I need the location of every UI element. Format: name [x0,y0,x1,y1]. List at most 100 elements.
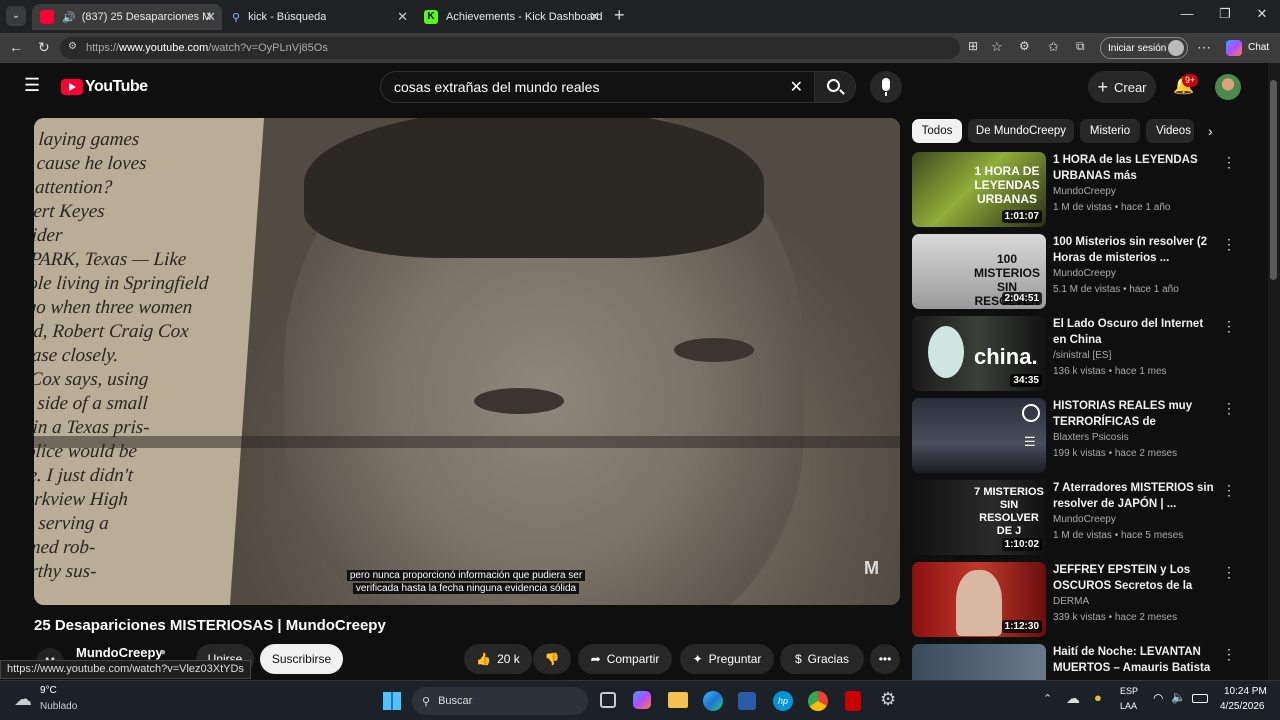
language-code[interactable]: ESP [1120,686,1138,696]
search-button[interactable] [814,71,856,103]
add-to-queue-icon[interactable]: ☰ [1024,434,1036,450]
back-icon[interactable]: ← [9,39,23,55]
close-window-icon[interactable]: ✕ [1247,6,1277,22]
store-icon[interactable] [738,692,756,710]
tab-youtube[interactable]: 🔊 (837) 25 Desaparciones MISTE ✕ [32,4,222,30]
video-thumbnail[interactable] [912,644,1046,680]
app-available-icon[interactable]: ⊞ [968,39,978,53]
onedrive-icon[interactable]: ☁ [1066,690,1080,707]
clear-search-icon[interactable]: ✕ [790,77,803,97]
weather-desc[interactable]: Nublado [40,701,77,712]
address-bar[interactable]: ⚙ https://www.youtube.com/watch?v=OyPLnV… [60,37,960,59]
video-thumbnail[interactable]: 100 MISTERIOS SIN RESOLVER 2:04:51 [912,234,1046,309]
site-info-icon[interactable]: ⚙ [68,41,77,52]
video-thumbnail[interactable]: 1:12:30 [912,562,1046,637]
chip-de-mundocreepy[interactable]: De MundoCreepy [968,119,1074,143]
more-vertical-icon[interactable]: ⋮ [1222,400,1236,417]
taskbar-search[interactable]: ⚲ Buscar [412,687,588,715]
scrollbar-thumb[interactable] [1270,80,1277,280]
video-player[interactable]: laying games cause he loves attention? ert … [34,118,900,605]
favorite-star-icon[interactable]: ☆ [991,39,1003,55]
recommendation-channel[interactable]: MundoCreepy [1053,186,1116,197]
wifi-icon[interactable]: ◠ [1153,691,1163,705]
recommendation-title[interactable]: 1 HORA de las LEYENDAS URBANAS más ATERR… [1053,152,1218,184]
youtube-logo-icon[interactable] [61,79,83,95]
signin-button[interactable]: Iniciar sesión [1100,37,1188,59]
voice-search-button[interactable] [870,71,902,103]
hamburger-menu-icon[interactable]: ☰ [24,75,40,96]
windows-start-icon[interactable] [383,692,401,710]
recommendation-title[interactable]: 7 Aterradores MISTERIOS sin resolver de … [1053,480,1218,512]
recommendation-item[interactable]: Haití de Noche: LEVANTAN MUERTOS – Amaur… [912,644,1242,680]
reload-icon[interactable]: ↻ [38,39,50,56]
location-icon[interactable]: ● [1094,690,1102,705]
video-thumbnail[interactable]: china. 34:35 [912,316,1046,391]
settings-gear-icon[interactable]: ⚙ [880,689,896,710]
more-vertical-icon[interactable]: ⋮ [1222,236,1236,253]
more-vertical-icon[interactable]: ⋮ [1222,482,1236,499]
cloud-icon[interactable]: ☁ [14,689,32,710]
chevron-right-icon[interactable]: › [1208,123,1213,139]
recommendation-item[interactable]: 7 MISTERIOS SIN RESOLVER DE J 1:10:02 7 … [912,480,1242,560]
channel-name[interactable]: MundoCreepy [76,645,163,660]
tab-menu-icon[interactable]: ⌄ [6,6,26,26]
battery-icon[interactable] [1192,694,1208,703]
close-tab-icon[interactable]: ✕ [397,9,408,25]
new-tab-icon[interactable]: + [614,5,625,26]
subscribe-button[interactable]: Suscribirse [260,644,343,674]
clock-time[interactable]: 10:24 PM [1224,686,1267,697]
mcafee-icon[interactable] [845,691,861,711]
volume-icon[interactable]: 🔈 [1171,690,1186,704]
extension-icon[interactable]: ⚙ [1019,39,1030,53]
recommendation-channel[interactable]: Blaxters Psicosis [1053,432,1129,443]
dislike-button[interactable]: 👎 [533,644,571,674]
chip-todos[interactable]: Todos [912,119,962,143]
more-vertical-icon[interactable]: ⋮ [1222,154,1236,171]
file-explorer-icon[interactable] [668,692,688,708]
like-button[interactable]: 👍 20 k [464,644,532,674]
maximize-icon[interactable]: ❐ [1210,6,1240,22]
recommendation-item[interactable]: 100 MISTERIOS SIN RESOLVER 2:04:51 100 M… [912,234,1242,314]
recommendation-channel[interactable]: MundoCreepy [1053,268,1116,279]
clock-date[interactable]: 4/25/2026 [1220,701,1265,712]
more-menu-icon[interactable]: ⋯ [1197,39,1211,56]
minimize-icon[interactable]: — [1172,6,1202,21]
copilot-app-icon[interactable] [633,691,651,709]
search-input[interactable]: cosas extrañas del mundo reales ✕ [380,71,816,103]
recommendation-title[interactable]: 100 Misterios sin resolver (2 Horas de m… [1053,234,1218,266]
more-vertical-icon[interactable]: ⋮ [1222,564,1236,581]
video-thumbnail[interactable]: 7 MISTERIOS SIN RESOLVER DE J 1:10:02 [912,480,1046,555]
language-variant[interactable]: LAA [1120,701,1137,711]
more-vertical-icon[interactable]: ⋮ [1222,318,1236,335]
chrome-icon[interactable] [808,691,828,711]
watch-later-icon[interactable] [1022,404,1040,422]
more-actions-button[interactable]: ••• [870,644,900,674]
recommendation-title[interactable]: El Lado Oscuro del Internet en China [1053,316,1218,348]
recommendation-channel[interactable]: DERMA [1053,596,1089,607]
close-tab-icon[interactable]: ✕ [205,9,216,25]
thanks-button[interactable]: $ Gracias [780,644,864,674]
recommendation-title[interactable]: Haití de Noche: LEVANTAN MUERTOS – Amaur… [1053,644,1218,676]
recommendation-channel[interactable]: /sinistral [ES] [1053,350,1111,361]
hp-icon[interactable]: hp [773,691,793,711]
create-button[interactable]: + Crear [1088,71,1156,103]
youtube-logo-text[interactable]: YouTube [85,78,148,96]
recommendation-item[interactable]: china. 34:35 El Lado Oscuro del Internet… [912,316,1242,396]
user-avatar[interactable] [1215,74,1241,100]
ask-button[interactable]: ✦ Preguntar [680,644,774,674]
recommendation-item[interactable]: 1:12:30 JEFFREY EPSTEIN y Los OSCUROS Se… [912,562,1242,642]
share-button[interactable]: ➦ Compartir [578,644,672,674]
recommendation-title[interactable]: JEFFREY EPSTEIN y Los OSCUROS Secretos d… [1053,562,1218,594]
weather-temp[interactable]: 9°C [40,685,57,696]
chat-label[interactable]: Chat [1248,42,1269,53]
edge-browser-icon[interactable] [703,691,723,711]
task-view-icon[interactable] [600,692,616,708]
recommendation-item[interactable]: 1 HORA DE LEYENDAS URBANAS 1:01:07 1 HOR… [912,152,1242,232]
recommendation-title[interactable]: HISTORIAS REALES muy TERRORÍFICAS de REP… [1053,398,1218,430]
video-thumbnail[interactable]: ☰ [912,398,1046,473]
chip-videos[interactable]: Videos [1146,119,1194,143]
chevron-up-icon[interactable]: ⌃ [1043,692,1052,705]
recommendation-channel[interactable]: MundoCreepy [1053,514,1116,525]
tab-kick-dashboard[interactable]: K Achievements - Kick Dashboard ✕ [416,4,606,30]
video-thumbnail[interactable]: 1 HORA DE LEYENDAS URBANAS 1:01:07 [912,152,1046,227]
